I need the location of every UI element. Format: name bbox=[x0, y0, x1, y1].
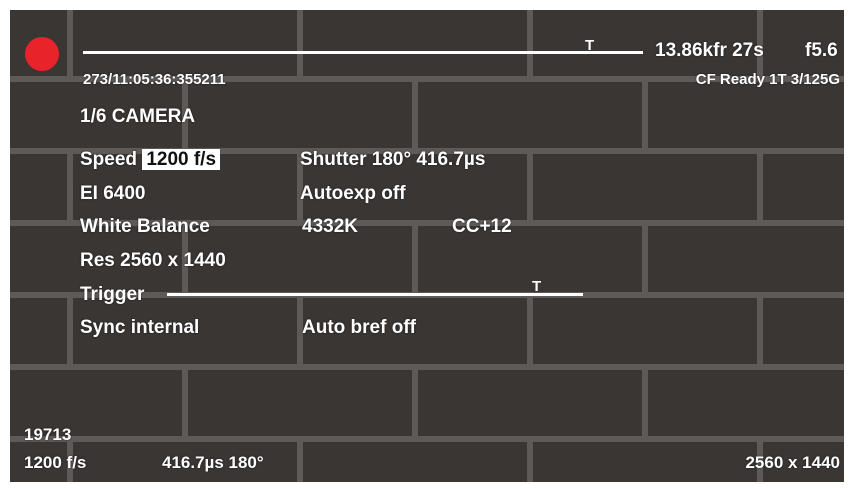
speed-value-field[interactable]: 1200 f/s bbox=[142, 149, 221, 170]
speed-label: Speed bbox=[80, 149, 138, 170]
aperture-readout: f5.6 bbox=[805, 40, 838, 61]
camera-viewfinder: T 13.86kfr 27s f5.6 273/11:05:36:355211 … bbox=[10, 10, 844, 482]
record-dot-icon bbox=[25, 37, 59, 71]
footer-shutter: 416.7µs 180° bbox=[162, 453, 264, 472]
sync-setting[interactable]: Sync internal bbox=[80, 317, 199, 339]
footer-resolution: 2560 x 1440 bbox=[745, 453, 840, 472]
trigger-position-bar[interactable] bbox=[167, 293, 583, 296]
frames-time-readout: 13.86kfr 27s bbox=[655, 40, 764, 61]
autoexp-setting[interactable]: Autoexp off bbox=[300, 183, 406, 205]
auto-bref-setting[interactable]: Auto bref off bbox=[302, 317, 416, 339]
frame-count: 19713 bbox=[24, 425, 72, 444]
trigger-marker[interactable]: T bbox=[532, 278, 541, 295]
footer-fps: 1200 f/s bbox=[24, 453, 87, 472]
camera-menu-title: 1/6 CAMERA bbox=[80, 106, 196, 127]
ei-setting[interactable]: EI 6400 bbox=[80, 183, 146, 205]
media-status: CF Ready 1T 3/125G bbox=[695, 71, 840, 88]
white-balance-temp[interactable]: 4332K bbox=[302, 216, 358, 238]
resolution-setting[interactable]: Res 2560 x 1440 bbox=[80, 250, 226, 272]
trigger-label[interactable]: Trigger bbox=[80, 284, 144, 306]
white-balance-label[interactable]: White Balance bbox=[80, 216, 210, 238]
timecode: 273/11:05:36:355211 bbox=[83, 71, 226, 88]
recording-progress-bar bbox=[83, 51, 643, 54]
shutter-setting[interactable]: Shutter 180° 416.7µs bbox=[300, 149, 485, 171]
speed-row[interactable]: Speed 1200 f/s bbox=[80, 149, 221, 171]
recording-marker: T bbox=[585, 37, 595, 54]
white-balance-cc[interactable]: CC+12 bbox=[452, 216, 512, 238]
